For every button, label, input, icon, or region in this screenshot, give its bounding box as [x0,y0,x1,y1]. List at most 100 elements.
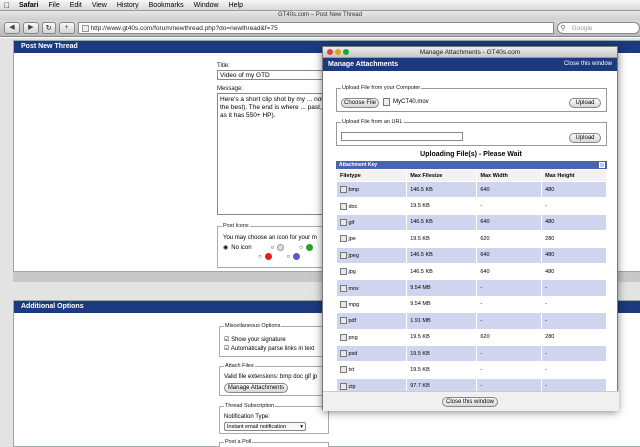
table-cell: 640 [476,181,543,199]
misc-options-legend: Miscellaneous Options [224,323,282,329]
post-poll-legend: Post a Poll [224,439,253,445]
minimize-window-icon[interactable] [335,49,341,55]
upload-url-button[interactable]: Upload [569,133,601,143]
add-bookmark-button[interactable]: + [58,22,75,34]
table-cell: 1.91 MB [406,312,478,330]
table-cell: 146.5 KB [406,247,478,264]
address-bar[interactable]: http://www.gt40s.com/forum/newthread.php… [77,22,554,34]
attachment-key-bar: Attachment Key [336,161,607,169]
close-window-icon[interactable] [327,49,333,55]
filetype-cell: jpe [336,230,408,248]
cell-value: 19.5 KB [410,366,430,373]
file-type-icon [339,333,347,341]
table-row: bmp 146.5 KB 640 480 [336,181,607,199]
post-icon-radio[interactable]: ○ [258,254,262,260]
attachment-key-table: Filetype Max Filesize Max Width Max Heig… [335,169,607,396]
show-signature-checkbox[interactable]: ☑ [224,337,229,343]
cell-value: 640 [480,252,490,259]
filetype-cell: jpg [336,263,408,281]
attachment-key-title: Attachment Key [339,162,378,168]
file-icon [383,98,390,106]
cell-value: 280 [545,235,555,242]
table-cell: 640 [476,247,543,264]
table-cell: - [476,312,543,330]
post-icon-radio[interactable]: ○ [299,245,303,251]
table-cell: 640 [476,214,543,232]
collapse-icon[interactable] [599,162,605,168]
cell-value: 19.5 KB [410,334,430,341]
table-cell: - [541,345,607,363]
cell-value: - [480,366,483,373]
parse-links-checkbox[interactable]: ☑ [224,346,229,352]
table-cell: - [541,279,607,297]
menu-bar:  Safari File Edit View History Bookmark… [0,0,640,11]
cell-value: - [545,317,548,324]
notification-type-select[interactable]: Instant email notification ▾ [224,422,306,431]
filetype-label: jpg [348,269,356,276]
menu-edit[interactable]: Edit [65,2,87,9]
table-cell: 620 [476,329,543,346]
message-textarea[interactable]: Here's a short clip shot by my ... not t… [217,93,327,215]
table-cell: - [541,296,607,314]
table-cell: - [476,345,543,363]
table-cell: 480 [541,247,607,264]
filetype-cell: psd [336,345,408,363]
search-field[interactable]: ⚲ Google [556,22,640,34]
menu-window[interactable]: Window [189,2,224,9]
apple-menu-icon[interactable]:  [0,1,14,10]
table-cell: 19.5 KB [406,361,478,379]
menu-app[interactable]: Safari [14,2,43,9]
cell-value: - [480,317,483,324]
file-type-icon [339,284,347,292]
table-row: jpg 146.5 KB 640 480 [336,263,607,281]
cell-value: 280 [545,334,555,341]
no-icon-radio[interactable]: ◉ [223,244,228,251]
cell-value: 9.54 MB [410,301,431,308]
valid-extensions-text: Valid file extensions: bmp doc gif jp [224,374,318,380]
cell-value: 1.91 MB [410,317,431,324]
url-input[interactable] [341,132,463,141]
table-cell: 9.54 MB [406,296,478,314]
menu-file[interactable]: File [43,2,64,9]
cell-value: 19.5 KB [410,350,430,357]
post-icon-radio[interactable]: ○ [287,254,291,260]
file-type-icon [339,382,347,390]
manage-attachments-button[interactable]: Manage Attachments [224,383,288,393]
table-cell: 19.5 KB [406,197,478,215]
zoom-window-icon[interactable] [343,49,349,55]
table-row: txt 19.5 KB - - [336,361,607,379]
menu-bookmarks[interactable]: Bookmarks [144,2,189,9]
cell-value: 146.5 KB [410,268,433,275]
menu-view[interactable]: View [87,2,112,9]
forward-button[interactable]: ▶ [22,22,39,34]
table-row: doc 19.5 KB - - [336,197,607,215]
upload-url-legend: Upload File from an URL [341,119,404,125]
cell-value: - [545,383,548,390]
choose-file-button[interactable]: Choose File [341,98,379,108]
file-type-icon [339,251,347,259]
table-cell: 19.5 KB [406,329,478,346]
table-cell: 480 [541,214,607,232]
file-type-icon [339,300,347,308]
reload-button[interactable]: ↻ [41,22,56,34]
menu-help[interactable]: Help [224,2,248,9]
close-window-button[interactable]: Close this window [442,397,498,407]
menu-history[interactable]: History [112,2,144,9]
filetype-label: jpeg [348,252,359,259]
manage-attachments-header: Manage Attachments Close this window [323,58,617,71]
upload-button[interactable]: Upload [569,98,601,108]
manage-attachments-title: Manage Attachments [328,61,399,68]
filetype-label: gif [348,219,355,226]
table-row: mpg 9.54 MB - - [336,296,607,314]
post-icon-radio[interactable]: ○ [271,245,275,251]
file-type-icon [339,366,347,374]
table-row: psd 19.5 KB - - [336,345,607,363]
cell-value: 146.5 KB [410,186,433,193]
close-window-link[interactable]: Close this window [564,58,612,71]
title-input[interactable]: Video of my GTD [217,70,327,80]
title-label: Title: [217,63,230,69]
cell-value: 640 [480,186,490,193]
table-cell: 480 [541,263,607,281]
misc-options-fieldset: Miscellaneous Options ☑ Show your signat… [219,323,329,357]
back-button[interactable]: ◀ [4,22,20,34]
